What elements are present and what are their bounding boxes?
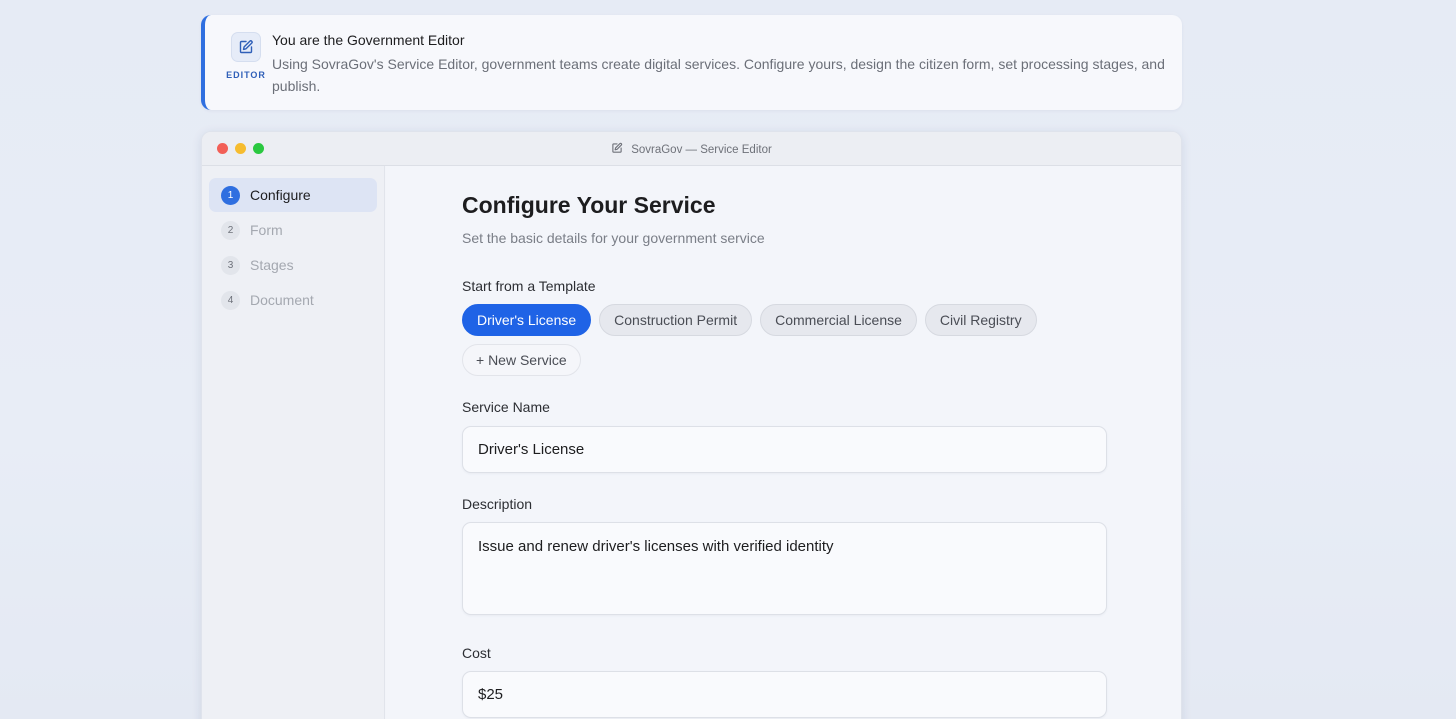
banner-title: You are the Government Editor: [272, 32, 465, 48]
step-number: 3: [221, 255, 240, 275]
template-chips: Driver's License Construction Permit Com…: [462, 304, 1037, 336]
editor-badge: EDITOR: [225, 32, 267, 80]
description-textarea[interactable]: Issue and renew driver's licenses with v…: [462, 522, 1107, 615]
window-titlebar: SovraGov — Service Editor: [202, 132, 1181, 166]
banner-description: Using SovraGov's Service Editor, governm…: [272, 56, 1165, 94]
template-chip-construction-permit[interactable]: Construction Permit: [599, 304, 753, 336]
main-panel: Configure Your Service Set the basic det…: [386, 166, 1181, 719]
service-name-input[interactable]: Driver's License: [462, 426, 1107, 473]
new-service-button[interactable]: + New Service: [462, 344, 581, 376]
template-chip-civil-registry[interactable]: Civil Registry: [924, 304, 1037, 336]
step-number: 4: [221, 290, 240, 310]
step-label: Configure: [250, 187, 311, 203]
edit-icon: [231, 32, 261, 62]
cost-input[interactable]: $25: [462, 671, 1107, 718]
window-title-text: SovraGov — Service Editor: [631, 143, 772, 156]
template-chip-drivers-license[interactable]: Driver's License: [462, 304, 592, 336]
page-subtitle: Set the basic details for your governmen…: [462, 230, 765, 246]
role-banner: EDITOR You are the Government Editor Usi…: [201, 15, 1182, 110]
window-title: SovraGov — Service Editor: [202, 142, 1181, 157]
service-editor-window: SovraGov — Service Editor 1 Configure 2 …: [201, 131, 1182, 719]
sidebar-step-stages[interactable]: 3 Stages: [209, 248, 377, 282]
service-name-label: Service Name: [462, 399, 550, 415]
sidebar-step-document[interactable]: 4 Document: [209, 283, 377, 317]
step-number: 2: [221, 220, 240, 240]
step-number: 1: [221, 185, 240, 205]
sidebar-step-form[interactable]: 2 Form: [209, 213, 377, 247]
step-label: Form: [250, 222, 283, 238]
page-title: Configure Your Service: [462, 192, 716, 218]
step-label: Stages: [250, 257, 294, 273]
edit-icon: [611, 142, 623, 157]
sidebar-step-configure[interactable]: 1 Configure: [209, 178, 377, 212]
step-label: Document: [250, 292, 314, 308]
description-label: Description: [462, 496, 533, 512]
template-section-label: Start from a Template: [462, 278, 596, 294]
editor-badge-label: EDITOR: [226, 70, 266, 80]
cost-label: Cost: [462, 645, 491, 661]
steps-sidebar: 1 Configure 2 Form 3 Stages 4 Document: [202, 166, 385, 719]
template-chip-commercial-license[interactable]: Commercial License: [760, 304, 917, 336]
